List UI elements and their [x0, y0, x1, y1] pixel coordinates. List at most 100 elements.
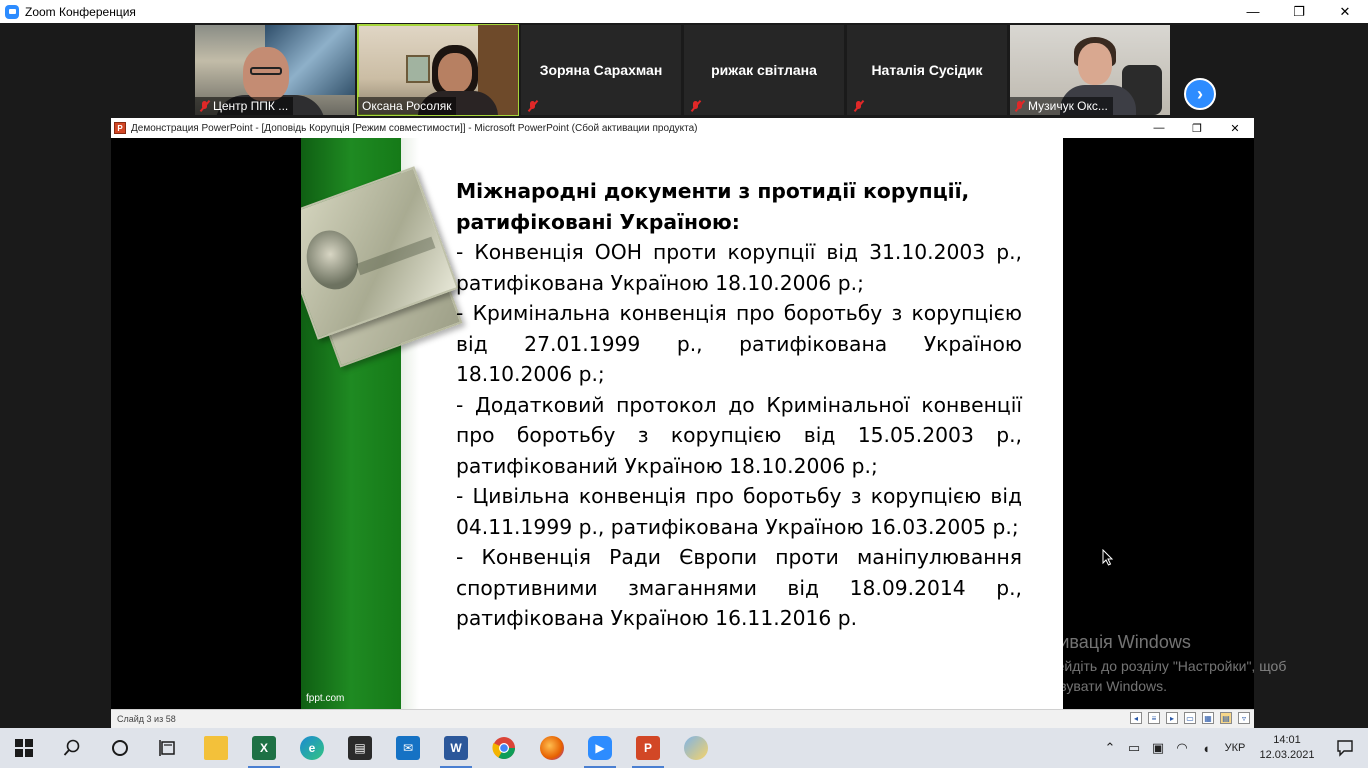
slide-bullet: - Кримінальна конвенція про боротьбу з к… [456, 301, 1022, 386]
bill-portrait [301, 223, 367, 297]
search-button[interactable] [48, 728, 96, 768]
participant-tile[interactable]: Музичук Окс... [1010, 25, 1170, 115]
participant-name: рижак світлана [711, 62, 817, 78]
clock-date: 12.03.2021 [1259, 749, 1315, 761]
slide-bullet: - Конвенція ООН проти корупції від 31.10… [456, 240, 1022, 295]
battery-icon[interactable]: ▭ [1122, 728, 1146, 768]
next-page-button[interactable]: › [1184, 78, 1216, 110]
folder-icon [204, 736, 228, 760]
zoom-minimize-button[interactable]: — [1230, 0, 1276, 23]
start-button[interactable] [0, 728, 48, 768]
notification-icon [1337, 740, 1353, 757]
clock-time: 14:01 [1273, 734, 1301, 746]
word-icon: W [444, 736, 468, 760]
taskbar-powerpoint[interactable]: P [624, 728, 672, 768]
system-tray: ⌃ ▭ ▣ ◠ ◖ УКР 14:01 12.03.2021 [1098, 728, 1368, 768]
slide-bullet: - Цивільна конвенція про боротьбу з кору… [456, 484, 1022, 539]
slide-counter: Слайд 3 из 58 [117, 714, 176, 724]
volume-icon[interactable]: ◖ [1194, 728, 1218, 768]
system-clock[interactable]: 14:01 12.03.2021 [1252, 733, 1322, 763]
network-icon[interactable]: ◠ [1170, 728, 1194, 768]
status-view-buttons: ◂ ≡ ▸ ▭ ▦ ▤ ▿ [1130, 712, 1250, 724]
sorter-view-icon[interactable]: ▦ [1202, 712, 1214, 724]
edge-icon: e [300, 736, 324, 760]
paint-icon [684, 736, 708, 760]
taskbar-chrome[interactable] [480, 728, 528, 768]
zoom-logo-icon [5, 4, 19, 19]
cortana-icon [112, 740, 128, 756]
search-icon [63, 739, 80, 756]
activation-line-1: Перейдіть до розділу "Настройки", щоб [1031, 658, 1287, 674]
mail-icon: ✉ [396, 736, 420, 760]
security-icon[interactable]: ▣ [1146, 728, 1170, 768]
powerpoint-window-title: Демонстрация PowerPoint - [Доповідь Кору… [131, 122, 698, 134]
participant-tile[interactable]: Центр ППК ... [195, 25, 355, 115]
zoom-icon: ▶ [588, 736, 612, 760]
cortana-button[interactable] [96, 728, 144, 768]
menu-icon[interactable]: ≡ [1148, 712, 1160, 724]
slide-text-body: Міжнародні документи з протидії корупції… [456, 176, 1022, 634]
mic-muted-icon [1014, 100, 1025, 112]
taskbar-paint[interactable] [672, 728, 720, 768]
previous-slide-icon[interactable]: ◂ [1130, 712, 1142, 724]
mic-muted-icon [690, 100, 701, 112]
ppt-minimize-button[interactable]: — [1140, 118, 1178, 138]
reading-view-icon[interactable]: ▤ [1220, 712, 1232, 724]
taskbar-edge[interactable]: e [288, 728, 336, 768]
participant-name: Наталія Сусідик [871, 62, 983, 78]
chevron-right-icon: › [1197, 83, 1203, 104]
chrome-icon [492, 737, 515, 759]
taskbar-firefox[interactable] [528, 728, 576, 768]
windows-activation-watermark: Активація Windows Перейдіть до розділу "… [1031, 632, 1286, 696]
participant-name: Центр ППК ... [213, 99, 289, 113]
excel-icon: X [252, 736, 276, 760]
taskbar-file-explorer[interactable] [192, 728, 240, 768]
zoom-close-button[interactable]: ✕ [1322, 0, 1368, 23]
slide-heading: Міжнародні документи з протидії корупції… [456, 179, 970, 234]
powerpoint-window-controls: — ❐ ✕ [1140, 118, 1254, 138]
participant-gallery: Центр ППК ... Оксана Росоляк Зоряна Сара… [0, 23, 1368, 118]
input-language[interactable]: УКР [1218, 742, 1252, 754]
bill-inscription [356, 236, 436, 276]
slide-bullet: - Додатковий протокол до Кримінальної ко… [456, 392, 1022, 478]
participant-name: Зоряна Сарахман [539, 62, 663, 78]
windows-icon [15, 739, 33, 757]
firefox-icon [540, 736, 564, 760]
slideshow-view-icon[interactable]: ▿ [1238, 712, 1250, 724]
windows-taskbar: X e ▤ ✉ W ▶ P ⌃ ▭ ▣ ◠ ◖ УКР 14:01 12.03.… [0, 728, 1368, 768]
taskbar-zoom[interactable]: ▶ [576, 728, 624, 768]
slide[interactable]: fppt.com Міжнародні документи з протидії… [301, 138, 1063, 709]
notification-center-button[interactable] [1322, 728, 1368, 768]
participant-tile-active-speaker[interactable]: Оксана Росоляк [357, 24, 519, 116]
participant-tile[interactable]: Зоряна Сарахман [521, 25, 681, 115]
mic-muted-icon [527, 100, 538, 112]
taskbar-mail[interactable]: ✉ [384, 728, 432, 768]
powerpoint-titlebar: P Демонстрация PowerPoint - [Доповідь Ко… [111, 118, 1254, 138]
powerpoint-app-icon: P [114, 122, 126, 134]
slide-footer: fppt.com [306, 693, 345, 704]
ppt-restore-button[interactable]: ❐ [1178, 118, 1216, 138]
participant-name: Музичук Окс... [1028, 99, 1108, 113]
taskbar-word[interactable]: W [432, 728, 480, 768]
activation-line-2: активувати Windows. [1031, 678, 1167, 694]
task-view-icon [159, 740, 175, 756]
zoom-window-title: Zoom Конференция [25, 4, 136, 19]
taskbar-store[interactable]: ▤ [336, 728, 384, 768]
taskbar-excel[interactable]: X [240, 728, 288, 768]
slide-bullet: - Конвенція Ради Європи проти маніпулюва… [456, 545, 1022, 630]
task-view-button[interactable] [144, 728, 192, 768]
participant-tile[interactable]: рижак світлана [684, 25, 844, 115]
video-person-glasses [250, 67, 282, 75]
activation-title: Активація Windows [1031, 632, 1191, 652]
participant-tile[interactable]: Наталія Сусідик [847, 25, 1007, 115]
participant-name-label: Оксана Росоляк [358, 97, 457, 115]
normal-view-icon[interactable]: ▭ [1184, 712, 1196, 724]
zoom-restore-button[interactable]: ❐ [1276, 0, 1322, 23]
mic-muted-icon [199, 100, 210, 112]
store-icon: ▤ [348, 736, 372, 760]
zoom-window-controls: — ❐ ✕ [1230, 0, 1368, 23]
show-hidden-icons-icon[interactable]: ⌃ [1098, 728, 1122, 768]
ppt-close-button[interactable]: ✕ [1216, 118, 1254, 138]
participant-name-label: Центр ППК ... [195, 97, 294, 115]
next-slide-icon[interactable]: ▸ [1166, 712, 1178, 724]
